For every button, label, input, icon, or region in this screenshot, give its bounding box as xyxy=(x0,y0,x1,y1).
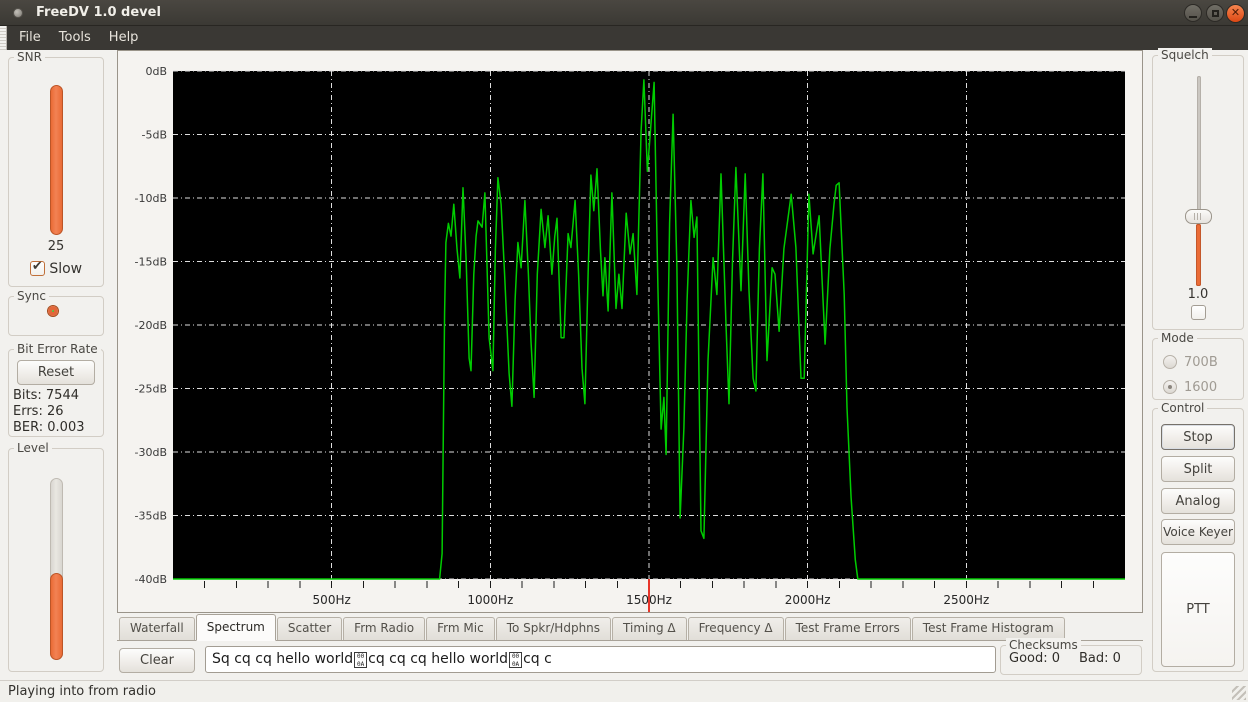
bit-error-rate-group: Bit Error Rate Reset Bits: 7544 Errs: 26… xyxy=(8,349,104,437)
tab-frm-radio[interactable]: Frm Radio xyxy=(343,617,425,640)
snr-value: 25 xyxy=(9,239,103,254)
tx-text-segment: cq cq cq hello world xyxy=(368,651,508,667)
bit-error-rate-label: Bit Error Rate xyxy=(14,342,101,356)
maximize-icon xyxy=(1212,10,1219,17)
radio-icon xyxy=(1163,380,1177,394)
sync-led-indicator xyxy=(48,306,58,316)
window-title: FreeDV 1.0 devel xyxy=(36,0,161,25)
checksums-label: Checksums xyxy=(1006,638,1081,652)
tx-text-input[interactable]: Sq cq cq hello world000Acq cq cq hello w… xyxy=(205,646,996,673)
tx-text-segment: cq c xyxy=(523,651,552,667)
sync-label: Sync xyxy=(14,289,49,303)
slow-checkbox-label: Slow xyxy=(49,261,82,277)
tab-timing[interactable]: Timing Δ xyxy=(612,617,687,640)
app-icon xyxy=(13,8,23,18)
svg-text:2500Hz: 2500Hz xyxy=(943,593,989,607)
squelch-value: 1.0 xyxy=(1153,287,1243,302)
snr-label: SNR xyxy=(14,50,45,64)
tx-text-segment: Sq cq cq hello world xyxy=(212,651,353,667)
menu-item-help[interactable]: Help xyxy=(100,26,148,50)
control-char-glyph: 000A xyxy=(354,652,367,668)
split-button[interactable]: Split xyxy=(1161,456,1235,482)
radio-icon xyxy=(1163,355,1177,369)
tab-scatter[interactable]: Scatter xyxy=(277,617,342,640)
svg-text:500Hz: 500Hz xyxy=(313,593,351,607)
svg-text:-30dB: -30dB xyxy=(135,446,168,459)
resize-grip-icon[interactable] xyxy=(1232,686,1246,700)
control-char-glyph: 000A xyxy=(509,652,522,668)
stop-button[interactable]: Stop xyxy=(1161,424,1235,450)
sync-group: Sync xyxy=(8,296,104,336)
level-label: Level xyxy=(14,441,52,455)
menu-item-file[interactable]: File xyxy=(10,26,50,50)
tab-frequency[interactable]: Frequency Δ xyxy=(688,617,784,640)
tab-test-frame-histogram[interactable]: Test Frame Histogram xyxy=(912,617,1065,640)
ptt-button[interactable]: PTT xyxy=(1161,552,1235,667)
tab-waterfall[interactable]: Waterfall xyxy=(119,617,195,640)
menu-item-tools[interactable]: Tools xyxy=(50,26,100,50)
mode-radio-1600[interactable]: 1600 xyxy=(1163,376,1217,391)
errs-stat: Errs: 26 xyxy=(13,404,64,419)
squelch-enable-checkbox[interactable] xyxy=(1191,305,1206,320)
mode-group: Mode 700B1600 xyxy=(1152,338,1244,400)
svg-text:2000Hz: 2000Hz xyxy=(785,593,831,607)
tab-spectrum[interactable]: Spectrum xyxy=(196,614,276,641)
spectrum-plot-panel: 0dB -5dB -10dB -15dB -20dB -25dB -30dB -35dB -40… xyxy=(117,50,1143,613)
menu-bar: FileToolsHelp xyxy=(0,26,1248,50)
svg-text:-5dB: -5dB xyxy=(142,129,168,142)
svg-text:0dB: 0dB xyxy=(145,65,167,78)
maximize-button[interactable] xyxy=(1206,4,1224,22)
checksums-good: Good: 0 xyxy=(1009,651,1060,666)
title-bar: FreeDV 1.0 devel ✕ xyxy=(0,0,1248,26)
snr-group: SNR 25 Slow xyxy=(8,57,104,287)
squelch-group: Squelch 1.0 xyxy=(1152,55,1244,330)
snr-slow-row: Slow xyxy=(9,261,103,277)
tab-bar: WaterfallSpectrumScatterFrm RadioFrm Mic… xyxy=(117,614,1143,641)
status-text: Playing into from radio xyxy=(8,684,156,699)
tab-test-frame-errors[interactable]: Test Frame Errors xyxy=(785,617,911,640)
svg-text:-35dB: -35dB xyxy=(135,510,168,523)
level-gauge-fill xyxy=(50,573,63,660)
svg-text:-10dB: -10dB xyxy=(135,192,168,205)
tab-to-spkr-hdphns[interactable]: To Spkr/Hdphns xyxy=(496,617,611,640)
control-label: Control xyxy=(1158,401,1207,415)
minimize-button[interactable] xyxy=(1184,4,1202,22)
svg-text:1000Hz: 1000Hz xyxy=(467,593,513,607)
svg-text:-20dB: -20dB xyxy=(135,319,168,332)
tab-frm-mic[interactable]: Frm Mic xyxy=(426,617,495,640)
minimize-icon xyxy=(1189,16,1197,18)
svg-text:-40dB: -40dB xyxy=(135,573,168,586)
control-group: Control PTT StopSplitAnalogVoice Keyer xyxy=(1152,408,1244,672)
spectrum-chart: 0dB -5dB -10dB -15dB -20dB -25dB -30dB -35dB -40… xyxy=(118,51,1142,612)
clear-button[interactable]: Clear xyxy=(119,648,195,673)
squelch-slider-track xyxy=(1197,76,1201,216)
bits-stat: Bits: 7544 xyxy=(13,388,79,403)
squelch-slider-fill xyxy=(1196,224,1201,286)
ber-stat: BER: 0.003 xyxy=(13,420,85,435)
slow-checkbox[interactable] xyxy=(30,261,45,276)
squelch-slider-handle[interactable] xyxy=(1185,209,1212,224)
mode-radio-label: 700B xyxy=(1184,355,1218,370)
mode-label: Mode xyxy=(1158,331,1197,345)
level-group: Level xyxy=(8,448,104,672)
svg-text:-15dB: -15dB xyxy=(135,256,168,269)
reset-button[interactable]: Reset xyxy=(17,360,95,385)
mode-radio-700b[interactable]: 700B xyxy=(1163,351,1218,366)
analog-button[interactable]: Analog xyxy=(1161,488,1235,514)
app-window: FreeDV 1.0 devel ✕ FileToolsHelp SNR 25 … xyxy=(0,0,1248,702)
checksums-group: Checksums Good: 0 Bad: 0 xyxy=(1000,645,1142,675)
svg-text:-25dB: -25dB xyxy=(135,383,168,396)
mode-radio-label: 1600 xyxy=(1184,380,1217,395)
close-icon: ✕ xyxy=(1227,6,1244,19)
snr-gauge xyxy=(50,85,63,235)
status-bar: Playing into from radio xyxy=(0,680,1248,702)
voice-keyer-button[interactable]: Voice Keyer xyxy=(1161,519,1235,545)
checksums-bad: Bad: 0 xyxy=(1079,651,1121,666)
menu-gripper xyxy=(0,26,7,50)
close-button[interactable]: ✕ xyxy=(1226,4,1245,23)
squelch-label: Squelch xyxy=(1158,48,1212,62)
